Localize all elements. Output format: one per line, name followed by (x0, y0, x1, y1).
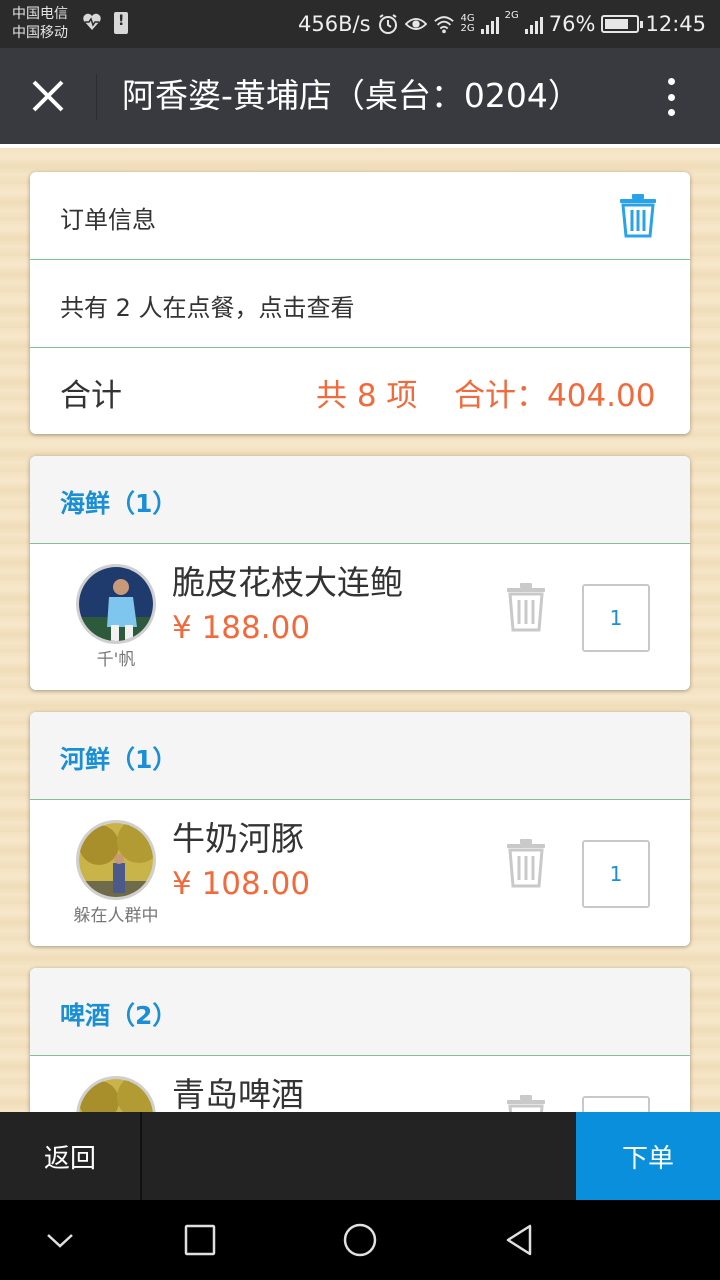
back-triangle-icon[interactable] (500, 1220, 540, 1260)
category-header: 海鲜（1） (30, 456, 690, 544)
battery-fill (605, 19, 629, 29)
avatar (76, 564, 156, 644)
quantity-input[interactable]: 1 (582, 840, 650, 908)
order-info-title: 订单信息 (60, 206, 156, 234)
title-bar: 阿香婆-黄埔店（桌台：0204） (0, 48, 720, 144)
remove-dish-trash-icon[interactable] (504, 1094, 548, 1112)
carrier-2: 中国移动 (12, 25, 68, 41)
dish-price: ¥ 108.00 (172, 866, 311, 902)
item-count: 共 8 项 (316, 378, 418, 414)
category-title: 河鲜（1） (60, 745, 178, 774)
order-info-header: 订单信息 (30, 172, 690, 260)
category-card-river-fish: 河鲜（1） 躲在人群中 牛奶河豚 ¥ 108.00 1 (30, 712, 690, 946)
summary-row: 合计 共 8 项 合计：404.00 (30, 348, 690, 434)
more-options-icon[interactable] (656, 74, 686, 120)
wifi-icon (433, 16, 454, 34)
heart-rate-icon (83, 13, 101, 31)
dish-name: 牛奶河豚 (172, 819, 304, 858)
alarm-icon (378, 14, 397, 34)
bottom-action-bar: 返回 下单 (0, 1112, 720, 1200)
category-card-beer: 啤酒（2） 青岛啤酒 (30, 968, 690, 1112)
avatar-photo (79, 1079, 153, 1112)
category-title: 啤酒（2） (60, 1001, 178, 1030)
hide-keyboard-chevron-icon[interactable] (40, 1220, 80, 1260)
dish-name: 脆皮花枝大连鲍 (172, 563, 403, 602)
list-item: 躲在人群中 牛奶河豚 ¥ 108.00 1 (30, 800, 690, 946)
net-speed: 456B/s (298, 12, 371, 36)
system-navigation-bar (0, 1200, 720, 1280)
avatar-photo (79, 823, 153, 897)
status-bar: 中国电信 中国移动 456B/s 4G 2G (0, 0, 720, 48)
dish-name: 青岛啤酒 (172, 1075, 304, 1112)
order-content[interactable]: 订单信息 共有 2 人在点餐，点击查看 合计 共 8 项 合计：404.00 海… (0, 148, 720, 1112)
quantity-input[interactable]: 1 (582, 584, 650, 652)
signal-strength-icon (480, 14, 499, 34)
category-title: 海鲜（1） (60, 489, 178, 518)
category-header: 啤酒（2） (30, 968, 690, 1056)
battery-warning-icon (114, 12, 128, 34)
status-right: 456B/s 4G 2G 2G 76% 12:45 (298, 8, 706, 40)
avatar (76, 1076, 156, 1112)
close-icon[interactable] (24, 72, 72, 120)
dish-price: ¥ 188.00 (172, 610, 311, 646)
clear-order-trash-icon[interactable] (618, 194, 658, 238)
category-header: 河鲜（1） (30, 712, 690, 800)
quantity-input[interactable] (582, 1096, 650, 1112)
home-icon[interactable] (340, 1220, 380, 1260)
diners-text[interactable]: 共有 2 人在点餐，点击查看 (60, 288, 355, 323)
order-info-card: 订单信息 共有 2 人在点餐，点击查看 合计 共 8 项 合计：404.00 (30, 172, 690, 434)
signal-strength-icon-2 (524, 14, 543, 34)
order-total: 合计：404.00 (454, 378, 656, 414)
page-title: 阿香婆-黄埔店（桌台：0204） (122, 76, 581, 115)
clock: 12:45 (645, 12, 706, 36)
network-type-2: 2G (504, 10, 519, 21)
carrier-names: 中国电信 中国移动 (12, 5, 68, 43)
place-order-button[interactable]: 下单 (576, 1112, 720, 1200)
battery-icon (601, 15, 644, 33)
category-card-seafood: 海鲜（1） 千'帆 脆皮花枝大连鲍 ¥ 188.00 1 (30, 456, 690, 690)
avatar-username: 躲在人群中 (73, 906, 159, 926)
remove-dish-trash-icon[interactable] (504, 582, 548, 632)
diners-row[interactable]: 共有 2 人在点餐，点击查看 (30, 260, 690, 348)
network-type-2g: 2G (460, 23, 475, 34)
avatar-photo (79, 567, 153, 641)
battery-percent: 76% (548, 12, 596, 36)
list-item: 千'帆 脆皮花枝大连鲍 ¥ 188.00 1 (30, 544, 690, 690)
back-button[interactable]: 返回 (0, 1112, 142, 1200)
avatar (76, 820, 156, 900)
eye-icon (404, 18, 427, 30)
avatar-username: 千'帆 (96, 650, 136, 670)
remove-dish-trash-icon[interactable] (504, 838, 548, 888)
network-type-1: 4G 2G (461, 14, 475, 34)
total-label: 合计 (60, 378, 122, 414)
recent-apps-icon[interactable] (180, 1220, 220, 1260)
carrier-1: 中国电信 (12, 6, 68, 22)
title-divider (96, 74, 97, 120)
list-item: 青岛啤酒 (30, 1056, 690, 1112)
